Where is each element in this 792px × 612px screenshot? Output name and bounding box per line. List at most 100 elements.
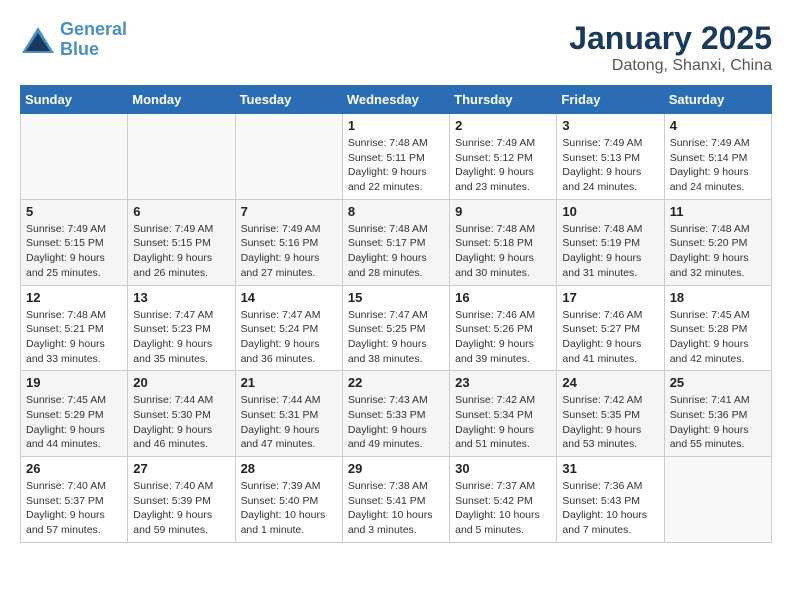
day-number: 16 [455,290,551,305]
calendar-cell: 21 Sunrise: 7:44 AM Sunset: 5:31 PM Dayli… [235,371,342,457]
day-number: 30 [455,461,551,476]
calendar-cell: 20Sunrise: 7:44 AM Sunset: 5:30 PM Dayli… [128,371,235,457]
day-content: Sunrise: 7:47 AM Sunset: 5:25 PM Dayligh… [348,308,444,367]
day-content: Sunrise: 7:48 AM Sunset: 5:21 PM Dayligh… [26,308,122,367]
calendar-cell: 4Sunrise: 7:49 AM Sunset: 5:14 PM Daylig… [664,114,771,200]
calendar-cell: 26 Sunrise: 7:40 AM Sunset: 5:37 PM Dayli… [21,457,128,543]
weekday-header: Sunday [21,86,128,114]
calendar-cell: 10 Sunrise: 7:48 AM Sunset: 5:19 PM Dayli… [557,199,664,285]
day-content: Sunrise: 7:47 AM Sunset: 5:24 PM Dayligh… [241,308,337,367]
logo: General Blue [20,20,127,60]
logo-icon [20,25,56,55]
day-content: Sunrise: 7:44 AM Sunset: 5:30 PM Dayligh… [133,393,229,452]
day-number: 4 [670,118,766,133]
calendar-cell: 29 Sunrise: 7:38 AM Sunset: 5:41 PM Dayli… [342,457,449,543]
day-content: Sunrise: 7:36 AM Sunset: 5:43 PM Dayligh… [562,479,658,538]
calendar-table: SundayMondayTuesdayWednesdayThursdayFrid… [20,85,772,543]
day-number: 6 [133,204,229,219]
day-number: 18 [670,290,766,305]
calendar-cell: 16 Sunrise: 7:46 AM Sunset: 5:26 PM Dayli… [450,285,557,371]
title-block: January 2025 Datong, Shanxi, China [569,20,772,75]
day-number: 13 [133,290,229,305]
calendar-title: January 2025 [569,20,772,57]
day-number: 15 [348,290,444,305]
day-content: Sunrise: 7:48 AM Sunset: 5:19 PM Dayligh… [562,222,658,281]
calendar-cell: 27Sunrise: 7:40 AM Sunset: 5:39 PM Dayli… [128,457,235,543]
day-number: 17 [562,290,658,305]
day-number: 5 [26,204,122,219]
calendar-cell [235,114,342,200]
calendar-cell: 1Sunrise: 7:48 AM Sunset: 5:11 PM Daylig… [342,114,449,200]
day-content: Sunrise: 7:49 AM Sunset: 5:15 PM Dayligh… [26,222,122,281]
calendar-cell: 9 Sunrise: 7:48 AM Sunset: 5:18 PM Daylig… [450,199,557,285]
day-number: 3 [562,118,658,133]
day-content: Sunrise: 7:38 AM Sunset: 5:41 PM Dayligh… [348,479,444,538]
calendar-cell: 22Sunrise: 7:43 AM Sunset: 5:33 PM Dayli… [342,371,449,457]
day-content: Sunrise: 7:48 AM Sunset: 5:17 PM Dayligh… [348,222,444,281]
day-content: Sunrise: 7:41 AM Sunset: 5:36 PM Dayligh… [670,393,766,452]
day-content: Sunrise: 7:39 AM Sunset: 5:40 PM Dayligh… [241,479,337,538]
day-content: Sunrise: 7:42 AM Sunset: 5:35 PM Dayligh… [562,393,658,452]
weekday-header: Wednesday [342,86,449,114]
day-content: Sunrise: 7:49 AM Sunset: 5:16 PM Dayligh… [241,222,337,281]
day-content: Sunrise: 7:46 AM Sunset: 5:26 PM Dayligh… [455,308,551,367]
calendar-week-row: 12 Sunrise: 7:48 AM Sunset: 5:21 PM Dayli… [21,285,772,371]
calendar-cell: 7 Sunrise: 7:49 AM Sunset: 5:16 PM Daylig… [235,199,342,285]
calendar-week-row: 26 Sunrise: 7:40 AM Sunset: 5:37 PM Dayli… [21,457,772,543]
day-number: 12 [26,290,122,305]
day-number: 29 [348,461,444,476]
calendar-cell: 24Sunrise: 7:42 AM Sunset: 5:35 PM Dayli… [557,371,664,457]
day-number: 27 [133,461,229,476]
calendar-cell: 13 Sunrise: 7:47 AM Sunset: 5:23 PM Dayli… [128,285,235,371]
day-number: 9 [455,204,551,219]
day-number: 26 [26,461,122,476]
day-content: Sunrise: 7:44 AM Sunset: 5:31 PM Dayligh… [241,393,337,452]
day-content: Sunrise: 7:47 AM Sunset: 5:23 PM Dayligh… [133,308,229,367]
calendar-cell: 3 Sunrise: 7:49 AM Sunset: 5:13 PM Daylig… [557,114,664,200]
day-content: Sunrise: 7:40 AM Sunset: 5:37 PM Dayligh… [26,479,122,538]
day-number: 14 [241,290,337,305]
day-content: Sunrise: 7:49 AM Sunset: 5:12 PM Dayligh… [455,136,551,195]
calendar-cell: 12 Sunrise: 7:48 AM Sunset: 5:21 PM Dayli… [21,285,128,371]
day-number: 25 [670,375,766,390]
day-content: Sunrise: 7:42 AM Sunset: 5:34 PM Dayligh… [455,393,551,452]
day-number: 28 [241,461,337,476]
day-content: Sunrise: 7:48 AM Sunset: 5:18 PM Dayligh… [455,222,551,281]
calendar-cell: 31Sunrise: 7:36 AM Sunset: 5:43 PM Dayli… [557,457,664,543]
weekday-header: Saturday [664,86,771,114]
calendar-cell: 23 Sunrise: 7:42 AM Sunset: 5:34 PM Dayli… [450,371,557,457]
weekday-header-row: SundayMondayTuesdayWednesdayThursdayFrid… [21,86,772,114]
day-content: Sunrise: 7:48 AM Sunset: 5:20 PM Dayligh… [670,222,766,281]
day-number: 11 [670,204,766,219]
day-number: 7 [241,204,337,219]
day-content: Sunrise: 7:45 AM Sunset: 5:28 PM Dayligh… [670,308,766,367]
weekday-header: Friday [557,86,664,114]
day-number: 21 [241,375,337,390]
weekday-header: Tuesday [235,86,342,114]
calendar-cell: 25 Sunrise: 7:41 AM Sunset: 5:36 PM Dayli… [664,371,771,457]
day-number: 22 [348,375,444,390]
day-number: 1 [348,118,444,133]
calendar-week-row: 1Sunrise: 7:48 AM Sunset: 5:11 PM Daylig… [21,114,772,200]
calendar-cell [21,114,128,200]
calendar-week-row: 19 Sunrise: 7:45 AM Sunset: 5:29 PM Dayli… [21,371,772,457]
calendar-cell [664,457,771,543]
calendar-cell: 28 Sunrise: 7:39 AM Sunset: 5:40 PM Dayli… [235,457,342,543]
day-content: Sunrise: 7:49 AM Sunset: 5:15 PM Dayligh… [133,222,229,281]
calendar-cell [128,114,235,200]
day-number: 10 [562,204,658,219]
calendar-cell: 8 Sunrise: 7:48 AM Sunset: 5:17 PM Daylig… [342,199,449,285]
day-number: 8 [348,204,444,219]
day-content: Sunrise: 7:46 AM Sunset: 5:27 PM Dayligh… [562,308,658,367]
calendar-subtitle: Datong, Shanxi, China [569,57,772,75]
day-content: Sunrise: 7:45 AM Sunset: 5:29 PM Dayligh… [26,393,122,452]
day-number: 19 [26,375,122,390]
day-number: 23 [455,375,551,390]
calendar-cell: 19 Sunrise: 7:45 AM Sunset: 5:29 PM Dayli… [21,371,128,457]
calendar-cell: 6 Sunrise: 7:49 AM Sunset: 5:15 PM Daylig… [128,199,235,285]
page-header: General Blue January 2025 Datong, Shanxi… [20,20,772,75]
logo-text: General Blue [60,20,127,60]
calendar-cell: 30Sunrise: 7:37 AM Sunset: 5:42 PM Dayli… [450,457,557,543]
day-content: Sunrise: 7:49 AM Sunset: 5:13 PM Dayligh… [562,136,658,195]
weekday-header: Thursday [450,86,557,114]
